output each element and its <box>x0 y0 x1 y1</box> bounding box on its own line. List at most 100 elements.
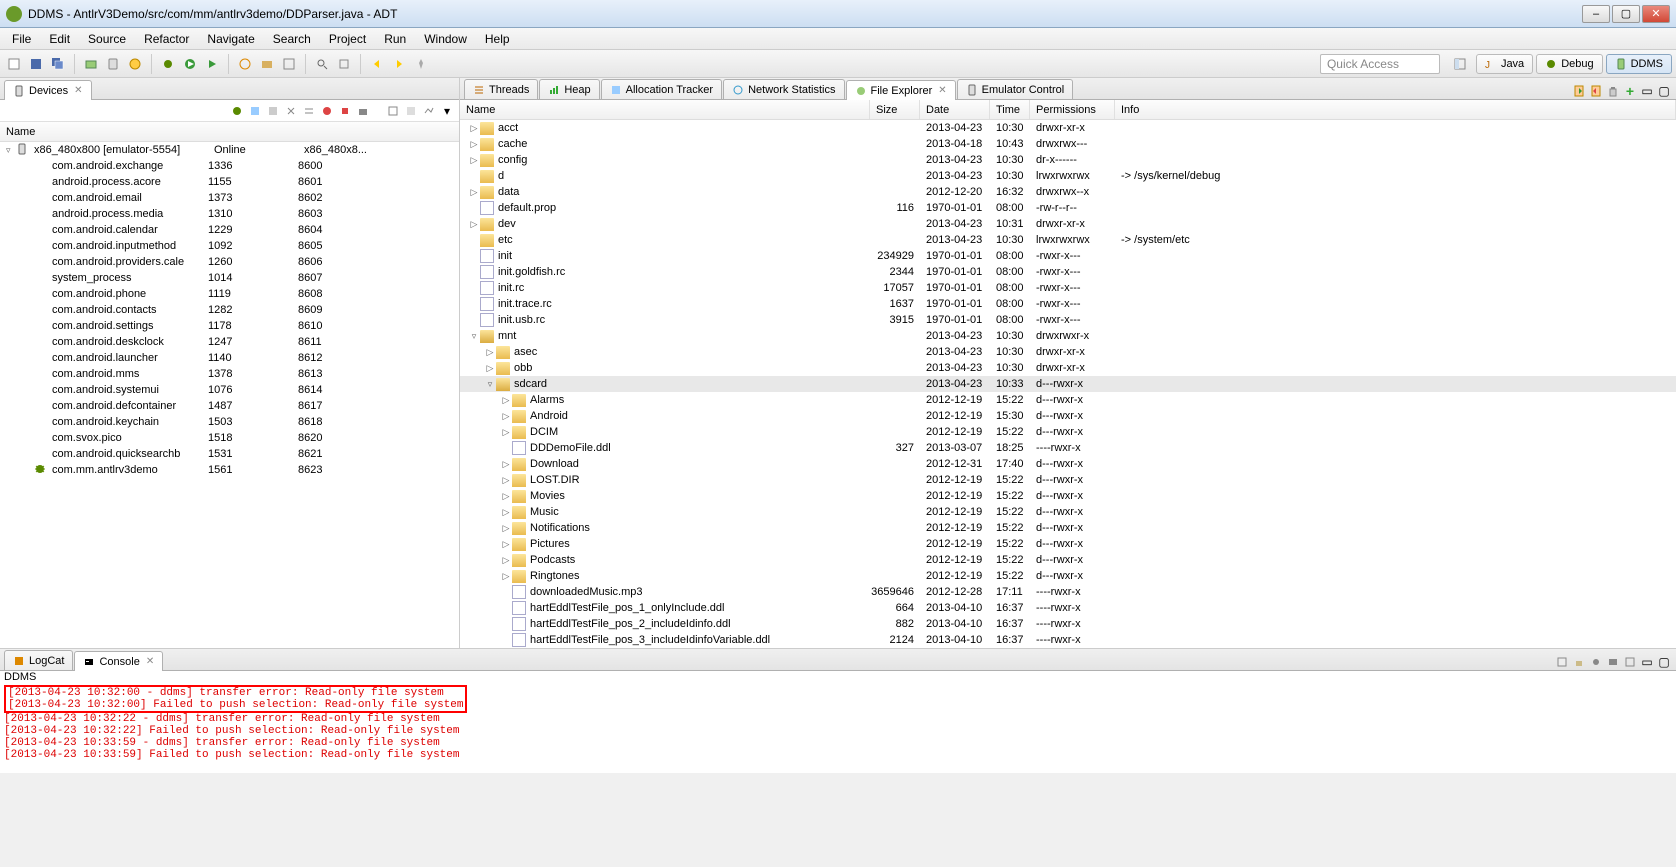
pin-button[interactable] <box>411 54 431 74</box>
folder-row[interactable]: ▷Ringtones2012-12-1915:22d---rwxr-x <box>460 568 1676 584</box>
start-profiling-button[interactable] <box>319 103 335 119</box>
expand-icon[interactable]: ▷ <box>484 363 496 374</box>
process-row[interactable]: com.mm.antlrv3demo15618623 <box>0 462 459 478</box>
file-row[interactable]: default.prop1161970-01-0108:00-rw-r--r-- <box>460 200 1676 216</box>
expand-icon[interactable]: ▷ <box>500 523 512 534</box>
process-row[interactable]: com.android.launcher11408612 <box>0 350 459 366</box>
expand-icon[interactable]: ▿ <box>484 379 496 390</box>
folder-row[interactable]: ▷Notifications2012-12-1915:22d---rwxr-x <box>460 520 1676 536</box>
expand-icon[interactable]: ▷ <box>500 491 512 502</box>
file-row[interactable]: downloadedMusic.mp336596462012-12-2817:1… <box>460 584 1676 600</box>
devices-tree[interactable]: ▿x86_480x800 [emulator-5554]Onlinex86_48… <box>0 142 459 648</box>
close-icon[interactable]: ✕ <box>74 85 82 96</box>
expand-icon[interactable]: ▷ <box>500 539 512 550</box>
menu-run[interactable]: Run <box>376 30 414 48</box>
file-row[interactable]: init.usb.rc39151970-01-0108:00-rwxr-x--- <box>460 312 1676 328</box>
file-row[interactable]: hartEddlTestFile_pos_3_includeIdinfoVari… <box>460 632 1676 648</box>
dump-hprof-button[interactable] <box>265 103 281 119</box>
perspective-debug[interactable]: Debug <box>1536 54 1602 74</box>
file-row[interactable]: DDDemoFile.ddl3272013-03-0718:25----rwxr… <box>460 440 1676 456</box>
folder-row[interactable]: ▷Download2012-12-3117:40d---rwxr-x <box>460 456 1676 472</box>
folder-row[interactable]: ▷dev2013-04-2310:31drwxr-xr-x <box>460 216 1676 232</box>
process-row[interactable]: com.android.phone11198608 <box>0 286 459 302</box>
push-file-button[interactable] <box>1588 83 1604 99</box>
debug-process-button[interactable] <box>229 103 245 119</box>
folder-row[interactable]: ▷asec2013-04-2310:30drwxr-xr-x <box>460 344 1676 360</box>
new-package-button[interactable] <box>257 54 277 74</box>
avd-manager-button[interactable] <box>103 54 123 74</box>
folder-row[interactable]: ▷Music2012-12-1915:22d---rwxr-x <box>460 504 1676 520</box>
expand-icon[interactable]: ▷ <box>500 555 512 566</box>
expand-icon[interactable]: ▷ <box>500 571 512 582</box>
process-row[interactable]: com.android.providers.cale12608606 <box>0 254 459 270</box>
toggle-button[interactable] <box>334 54 354 74</box>
process-row[interactable]: android.process.media13108603 <box>0 206 459 222</box>
file-row[interactable]: init.goldfish.rc23441970-01-0108:00-rwxr… <box>460 264 1676 280</box>
process-row[interactable]: com.android.defcontainer14878617 <box>0 398 459 414</box>
expand-icon[interactable]: ▷ <box>468 187 480 198</box>
folder-row[interactable]: ▷data2012-12-2016:32drwxrwx--x <box>460 184 1676 200</box>
header-permissions[interactable]: Permissions <box>1030 100 1115 119</box>
expand-icon[interactable]: ▷ <box>500 507 512 518</box>
expand-icon[interactable]: ▿ <box>6 145 16 156</box>
console-min-button[interactable]: ▭ <box>1639 654 1655 670</box>
expand-icon[interactable]: ▷ <box>468 139 480 150</box>
console-display-button[interactable] <box>1605 654 1621 670</box>
folder-row[interactable]: ▷Pictures2012-12-1915:22d---rwxr-x <box>460 536 1676 552</box>
process-row[interactable]: com.svox.pico15188620 <box>0 430 459 446</box>
process-row[interactable]: com.android.settings11788610 <box>0 318 459 334</box>
expand-icon[interactable]: ▷ <box>500 395 512 406</box>
expand-icon[interactable]: ▷ <box>500 427 512 438</box>
console-scroll-lock-button[interactable] <box>1571 654 1587 670</box>
tab-emulator-control[interactable]: Emulator Control <box>957 79 1074 99</box>
process-row[interactable]: com.android.keychain15038618 <box>0 414 459 430</box>
run-button[interactable] <box>180 54 200 74</box>
header-date[interactable]: Date <box>920 100 990 119</box>
lint-button[interactable] <box>125 54 145 74</box>
perspective-ddms[interactable]: DDMS <box>1606 54 1672 74</box>
maximize-view-button[interactable]: ▢ <box>1656 83 1672 99</box>
tab-file-explorer[interactable]: File Explorer✕ <box>846 80 956 100</box>
run-last-button[interactable] <box>202 54 222 74</box>
file-explorer-tree[interactable]: ▷acct2013-04-2310:30drwxr-xr-x▷cache2013… <box>460 120 1676 648</box>
window-maximize-button[interactable]: ▢ <box>1612 5 1640 23</box>
pull-file-button[interactable] <box>1571 83 1587 99</box>
header-name[interactable]: Name <box>460 100 870 119</box>
header-time[interactable]: Time <box>990 100 1030 119</box>
expand-icon[interactable]: ▷ <box>500 411 512 422</box>
process-row[interactable]: com.android.exchange13368600 <box>0 158 459 174</box>
dump-view-button[interactable] <box>403 103 419 119</box>
expand-icon[interactable]: ▷ <box>484 347 496 358</box>
process-row[interactable]: com.android.deskclock12478611 <box>0 334 459 350</box>
folder-row[interactable]: ▷Podcasts2012-12-1915:22d---rwxr-x <box>460 552 1676 568</box>
folder-row[interactable]: ▷acct2013-04-2310:30drwxr-xr-x <box>460 120 1676 136</box>
tab-heap[interactable]: Heap <box>539 79 599 99</box>
menu-help[interactable]: Help <box>477 30 518 48</box>
console-clear-button[interactable] <box>1554 654 1570 670</box>
menu-window[interactable]: Window <box>416 30 475 48</box>
console-max-button[interactable]: ▢ <box>1656 654 1672 670</box>
screenshot-button[interactable] <box>355 103 371 119</box>
quick-access-input[interactable]: Quick Access <box>1320 54 1440 74</box>
folder-row[interactable]: ▷config2013-04-2310:30dr-x------ <box>460 152 1676 168</box>
process-row[interactable]: com.android.email13738602 <box>0 190 459 206</box>
folder-row[interactable]: d2013-04-2310:30lrwxrwxrwx-> /sys/kernel… <box>460 168 1676 184</box>
expand-icon[interactable]: ▷ <box>468 219 480 230</box>
file-row[interactable]: hartEddlTestFile_pos_1_onlyInclude.ddl66… <box>460 600 1676 616</box>
process-row[interactable]: com.android.quicksearchb15318621 <box>0 446 459 462</box>
update-threads-button[interactable] <box>301 103 317 119</box>
window-close-button[interactable]: ✕ <box>1642 5 1670 23</box>
close-icon[interactable]: ✕ <box>146 656 154 667</box>
console-open-button[interactable] <box>1622 654 1638 670</box>
file-row[interactable]: init.rc170571970-01-0108:00-rwxr-x--- <box>460 280 1676 296</box>
process-row[interactable]: com.android.inputmethod10928605 <box>0 238 459 254</box>
folder-row[interactable]: ▷DCIM2012-12-1915:22d---rwxr-x <box>460 424 1676 440</box>
close-icon[interactable]: ✕ <box>938 85 946 96</box>
tab-devices[interactable]: Devices ✕ <box>4 80 92 100</box>
folder-row[interactable]: ▿sdcard2013-04-2310:33d---rwxr-x <box>460 376 1676 392</box>
view-menu-button[interactable]: ▾ <box>439 103 455 119</box>
process-row[interactable]: com.android.contacts12828609 <box>0 302 459 318</box>
folder-row[interactable]: ▷obb2013-04-2310:30drwxr-xr-x <box>460 360 1676 376</box>
save-button[interactable] <box>26 54 46 74</box>
capture-button[interactable] <box>385 103 401 119</box>
